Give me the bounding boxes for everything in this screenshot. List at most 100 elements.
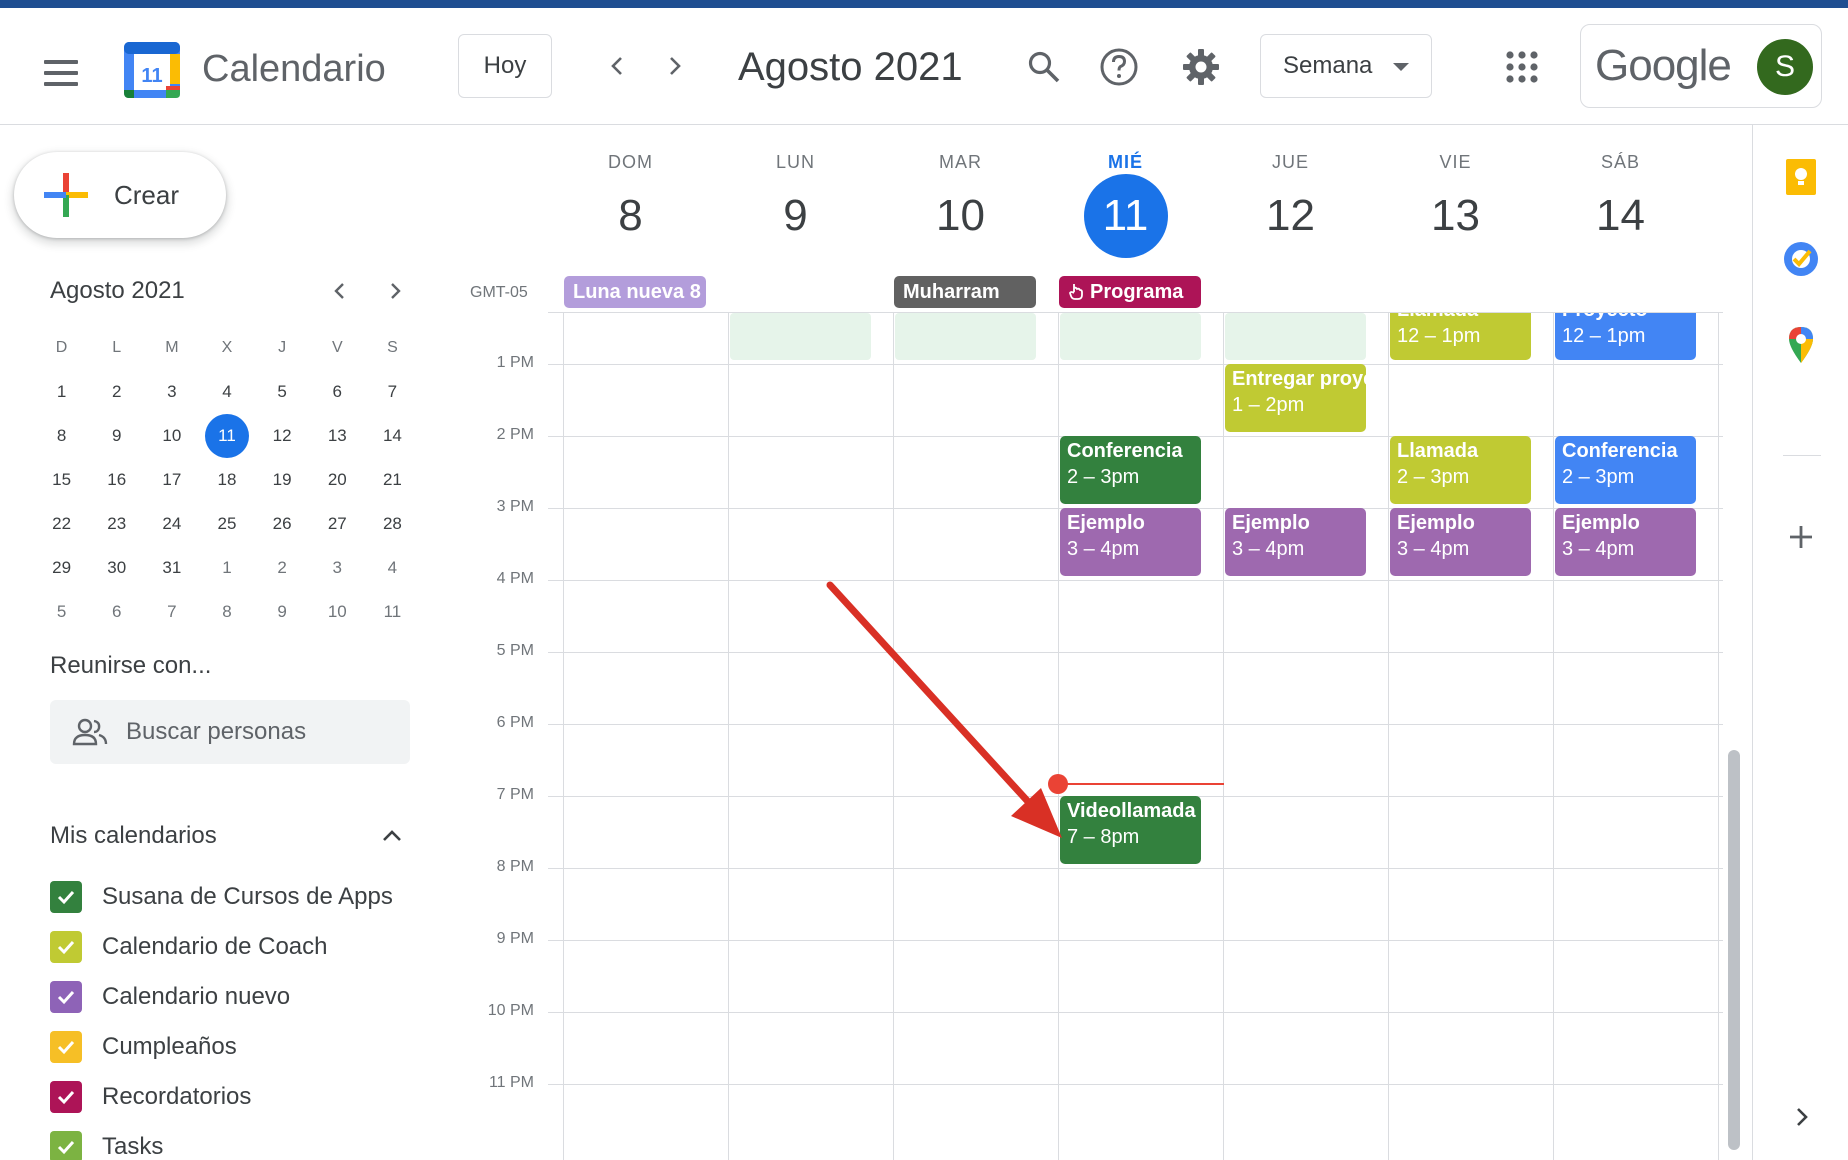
- mini-calendar-day[interactable]: 25: [199, 506, 254, 542]
- mini-calendar-day[interactable]: 5: [255, 374, 310, 410]
- get-addons-button[interactable]: [1775, 511, 1827, 563]
- main-menu-icon[interactable]: [44, 52, 86, 94]
- mini-calendar-day[interactable]: 13: [310, 418, 365, 454]
- day-header[interactable]: SÁB 14: [1538, 152, 1703, 247]
- expand-panel-button[interactable]: [1775, 1091, 1827, 1143]
- create-button[interactable]: Crear: [14, 152, 226, 238]
- help-button[interactable]: [1092, 40, 1146, 94]
- mini-calendar-day[interactable]: 29: [34, 550, 89, 586]
- mini-calendar-day[interactable]: 12: [255, 418, 310, 454]
- day-header-date[interactable]: 10: [878, 185, 1043, 247]
- mini-calendar-day[interactable]: 14: [365, 418, 420, 454]
- mini-calendar-day[interactable]: 1: [34, 374, 89, 410]
- day-header-date[interactable]: 12: [1208, 185, 1373, 247]
- day-header[interactable]: DOM 8: [548, 152, 713, 247]
- mini-calendar-day[interactable]: 4: [365, 550, 420, 586]
- calendar-checkbox[interactable]: [50, 1031, 82, 1063]
- mini-calendar-day[interactable]: 27: [310, 506, 365, 542]
- mini-calendar-day[interactable]: 17: [144, 462, 199, 498]
- prev-week-button[interactable]: [594, 42, 642, 90]
- day-header-date[interactable]: 9: [713, 185, 878, 247]
- mini-calendar-day[interactable]: 2: [255, 550, 310, 586]
- calendar-event[interactable]: Conferencia 2 – 3pm: [1555, 436, 1696, 504]
- faded-event-block[interactable]: [1060, 313, 1201, 360]
- view-selector[interactable]: Semana: [1260, 34, 1432, 98]
- calendar-list-item[interactable]: Tasks: [50, 1122, 430, 1160]
- mini-calendar-day[interactable]: 19: [255, 462, 310, 498]
- calendar-event[interactable]: Entregar proyecto 1 – 2pm: [1225, 364, 1366, 432]
- tasks-button[interactable]: [1775, 233, 1827, 285]
- day-header[interactable]: MAR 10: [878, 152, 1043, 247]
- calendar-checkbox[interactable]: [50, 881, 82, 913]
- day-header-date[interactable]: 13: [1373, 185, 1538, 247]
- next-week-button[interactable]: [650, 42, 698, 90]
- today-button[interactable]: Hoy: [458, 34, 552, 98]
- people-search-field[interactable]: Buscar personas: [50, 700, 410, 764]
- mini-calendar-next-button[interactable]: [378, 274, 412, 308]
- calendar-checkbox[interactable]: [50, 981, 82, 1013]
- mini-calendar-day[interactable]: 7: [144, 594, 199, 630]
- calendar-event[interactable]: Proyecto 12 – 1pm: [1555, 313, 1696, 360]
- mini-calendar-day[interactable]: 3: [144, 374, 199, 410]
- calendar-list-item[interactable]: Susana de Cursos de Apps: [50, 872, 430, 922]
- mini-calendar-day[interactable]: 24: [144, 506, 199, 542]
- all-day-event[interactable]: Luna nueva 8: [564, 276, 706, 308]
- calendar-event[interactable]: Llamada 12 – 1pm: [1390, 313, 1531, 360]
- mini-calendar-day[interactable]: 3: [310, 550, 365, 586]
- mini-calendar-day[interactable]: 8: [199, 594, 254, 630]
- mini-calendar-day[interactable]: 5: [34, 594, 89, 630]
- mini-calendar-day[interactable]: 15: [34, 462, 89, 498]
- mini-calendar-day[interactable]: 28: [365, 506, 420, 542]
- avatar[interactable]: S: [1757, 39, 1813, 95]
- mini-calendar-day[interactable]: 4: [199, 374, 254, 410]
- faded-event-block[interactable]: [1225, 313, 1366, 360]
- mini-calendar-day[interactable]: 20: [310, 462, 365, 498]
- apps-launcher-button[interactable]: [1495, 40, 1549, 94]
- settings-button[interactable]: [1174, 40, 1228, 94]
- calendar-checkbox[interactable]: [50, 931, 82, 963]
- mini-calendar-day[interactable]: 6: [310, 374, 365, 410]
- calendar-checkbox[interactable]: [50, 1081, 82, 1113]
- faded-event-block[interactable]: [730, 313, 871, 360]
- grid-scrollbar[interactable]: [1728, 750, 1740, 1150]
- faded-event-block[interactable]: [895, 313, 1036, 360]
- maps-button[interactable]: [1775, 319, 1827, 371]
- mini-calendar-day-today[interactable]: 11: [199, 414, 254, 458]
- mini-calendar-day[interactable]: 2: [89, 374, 144, 410]
- mini-calendar-day[interactable]: 26: [255, 506, 310, 542]
- mini-calendar-day[interactable]: 10: [310, 594, 365, 630]
- mini-calendar-day[interactable]: 21: [365, 462, 420, 498]
- day-header[interactable]: LUN 9: [713, 152, 878, 247]
- calendar-list-item[interactable]: Cumpleaños: [50, 1022, 430, 1072]
- mini-calendar-day[interactable]: 7: [365, 374, 420, 410]
- week-time-grid[interactable]: Llamada 12 – 1pm Proyecto 12 – 1pm Entregar …: [548, 313, 1723, 1160]
- mini-calendar-day[interactable]: 1: [199, 550, 254, 586]
- mini-calendar-day[interactable]: 22: [34, 506, 89, 542]
- all-day-event[interactable]: Programa: [1059, 276, 1201, 308]
- calendar-list-item[interactable]: Calendario de Coach: [50, 922, 430, 972]
- mini-calendar-day[interactable]: 10: [144, 418, 199, 454]
- day-header-date[interactable]: 14: [1538, 185, 1703, 247]
- calendar-event[interactable]: Ejemplo 3 – 4pm: [1390, 508, 1531, 576]
- account-switcher[interactable]: Google S: [1580, 24, 1822, 108]
- my-calendars-title[interactable]: Mis calendarios: [50, 822, 217, 850]
- calendar-event[interactable]: Llamada 2 – 3pm: [1390, 436, 1531, 504]
- day-header[interactable]: JUE 12: [1208, 152, 1373, 247]
- mini-calendar-day[interactable]: 23: [89, 506, 144, 542]
- mini-calendar-day[interactable]: 9: [89, 418, 144, 454]
- mini-calendar-day[interactable]: 6: [89, 594, 144, 630]
- calendar-event[interactable]: Ejemplo 3 – 4pm: [1555, 508, 1696, 576]
- mini-calendar-day[interactable]: 11: [365, 594, 420, 630]
- all-day-event[interactable]: Muharram: [894, 276, 1036, 308]
- day-header-date[interactable]: 11: [1043, 174, 1208, 258]
- calendar-checkbox[interactable]: [50, 1131, 82, 1160]
- mini-calendar-day[interactable]: 9: [255, 594, 310, 630]
- calendar-list-item[interactable]: Calendario nuevo: [50, 972, 430, 1022]
- search-button[interactable]: [1017, 40, 1071, 94]
- day-header[interactable]: MIÉ 11: [1043, 152, 1208, 258]
- mini-calendar-day[interactable]: 30: [89, 550, 144, 586]
- calendar-event[interactable]: Conferencia 2 – 3pm: [1060, 436, 1201, 504]
- day-header[interactable]: VIE 13: [1373, 152, 1538, 247]
- my-calendars-collapse-button[interactable]: [372, 816, 412, 856]
- calendar-event[interactable]: Ejemplo 3 – 4pm: [1225, 508, 1366, 576]
